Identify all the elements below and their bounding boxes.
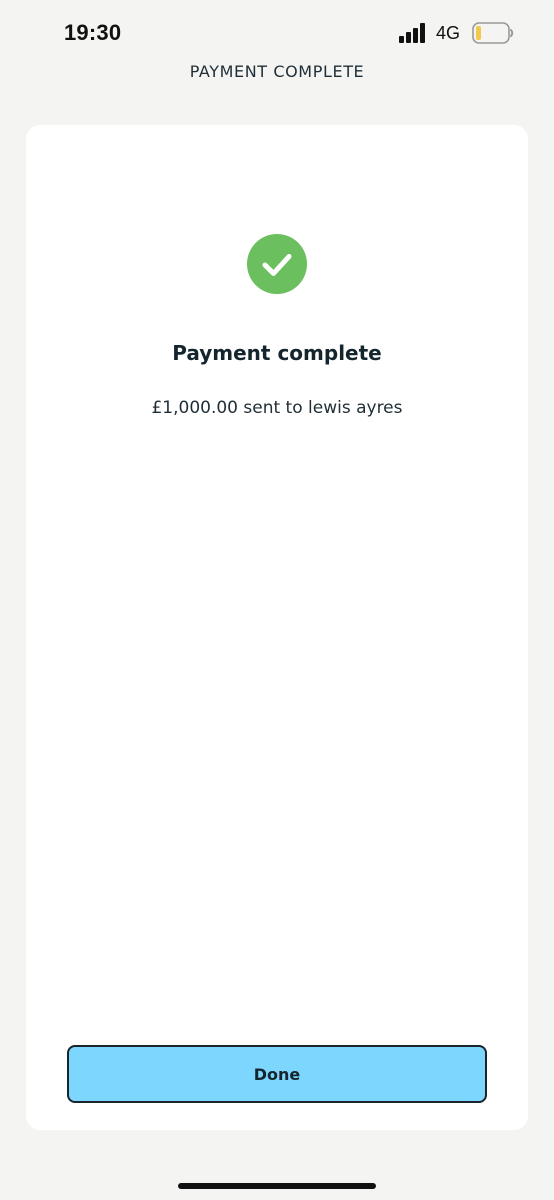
status-time: 19:30 xyxy=(64,20,122,45)
checkmark-circle-icon xyxy=(247,234,307,294)
page-title: PAYMENT COMPLETE xyxy=(189,62,365,81)
signal-bars-icon xyxy=(399,23,425,43)
confirmation-heading: Payment complete xyxy=(172,341,382,365)
status-bar: 19:30 4G xyxy=(0,0,554,64)
network-type-label: 4G xyxy=(436,23,461,43)
done-button[interactable]: Done xyxy=(67,1045,487,1103)
confirmation-message: £1,000.00 sent to lewis ayres xyxy=(151,398,403,418)
battery-icon xyxy=(472,22,514,44)
confirmation-card: Payment complete £1,000.00 sent to lewis… xyxy=(26,125,528,1130)
home-indicator[interactable] xyxy=(178,1183,376,1189)
